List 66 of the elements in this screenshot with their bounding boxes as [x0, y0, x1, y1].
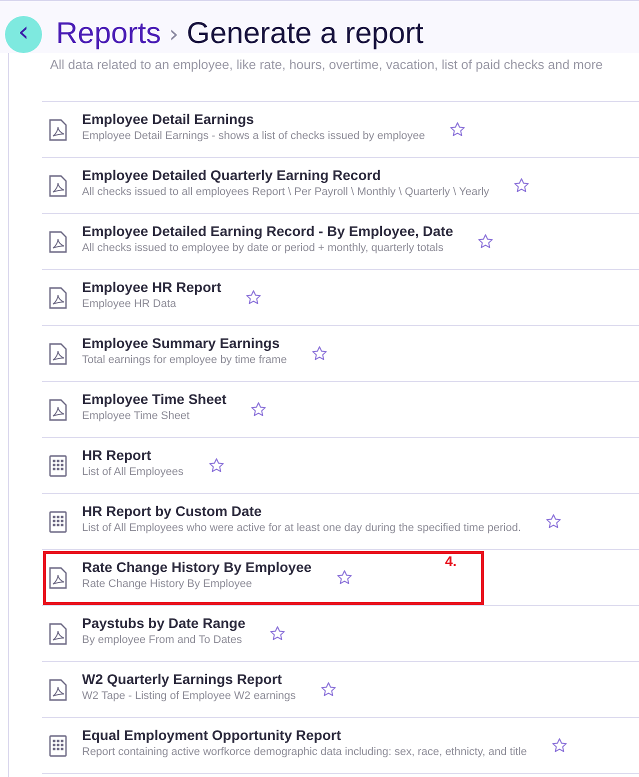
report-title: W2 Quarterly Earnings Report: [82, 671, 283, 687]
report-title: Employee Detailed Quarterly Earning Record: [82, 167, 382, 183]
pdf-file-icon: [49, 342, 67, 364]
star-icon[interactable]: [550, 737, 568, 754]
report-title: Paystubs by Date Range: [82, 615, 246, 631]
report-row[interactable]: Employee Detailed Quarterly Earning Record All checks issued to all employees Report \ Per Payroll \ Monthly \ Quarterly \ Yearly: [42, 158, 639, 214]
report-title: Employee Time Sheet: [82, 391, 226, 407]
pdf-file-icon: [49, 398, 67, 420]
report-title: Equal Employment Opportunity Report: [82, 727, 342, 743]
report-row[interactable]: W2 Quarterly Earnings Report W2 Tape - Listing of Employee W2 earnings: [42, 662, 639, 718]
star-icon[interactable]: [545, 513, 562, 530]
spreadsheet-icon: [49, 454, 67, 476]
report-row[interactable]: Employee HR Report Employee HR Data: [42, 270, 639, 326]
report-row[interactable]: Equal Employment Opportunity Report Report containing active worfkorce demographic data including: sex, race, ethnicty, and title: [42, 718, 639, 774]
report-description: W2 Tape - Listing of Employee W2 earnings: [82, 690, 296, 702]
star-icon[interactable]: [208, 457, 224, 474]
report-title: Rate Change History By Employee: [82, 559, 312, 575]
pdf-file-icon: [49, 230, 67, 252]
pdf-file-icon: [49, 174, 67, 196]
report-description: Rate Change History By Employee: [82, 578, 253, 590]
spreadsheet-icon: [49, 734, 67, 756]
report-description: Employee Detail Earnings - shows a list of checks issued by employee: [82, 130, 425, 142]
report-description: List of All Employees who were active for at least one day during the specified time period.: [82, 522, 522, 534]
report-description: Report containing active worfkorce demographic data including: sex, race, ethnicty, and title: [82, 746, 527, 758]
star-icon[interactable]: [513, 177, 530, 194]
report-row[interactable]: Employee Detailed Earning Record - By Employee, Date All checks issued to employee by date or period + monthly, quarterly totals: [42, 214, 639, 270]
report-row[interactable]: Employee Detail Earnings Employee Detail Earnings - shows a list of checks issued by employee: [42, 102, 639, 158]
annotation-number: 4.: [445, 553, 457, 569]
report-description: All checks issued to all employees Report \ Per Payroll \ Monthly \ Quarterly \ Yearly: [82, 186, 490, 198]
star-icon[interactable]: [269, 625, 286, 642]
report-title: Employee HR Report: [82, 279, 222, 295]
report-description: Employee Time Sheet: [82, 410, 191, 422]
pdf-file-icon: [49, 286, 67, 308]
star-icon[interactable]: [336, 569, 353, 586]
pdf-file-icon: [49, 566, 67, 588]
report-title: HR Report by Custom Date: [82, 503, 263, 519]
report-row[interactable]: HR Report by Custom Date List of All Employees who were active for at least one day during the specified time period.: [42, 494, 639, 550]
breadcrumb-link[interactable]: Reports: [56, 17, 162, 51]
star-icon[interactable]: [449, 121, 466, 138]
report-row[interactable]: Employee Summary Earnings Total earnings for employee by time frame: [42, 326, 639, 382]
pdf-file-icon: [49, 118, 67, 140]
pdf-file-icon: [49, 678, 67, 700]
report-description: All checks issued to employee by date or period + monthly, quarterly totals: [82, 242, 444, 254]
report-title: Employee Summary Earnings: [82, 335, 281, 351]
star-icon[interactable]: [320, 681, 337, 698]
pdf-file-icon: [49, 622, 67, 644]
report-title: Employee Detail Earnings: [82, 111, 255, 127]
spreadsheet-icon: [49, 510, 67, 532]
star-icon[interactable]: [245, 289, 262, 306]
report-row[interactable]: HR Report List of All Employees: [42, 438, 639, 494]
star-icon[interactable]: [477, 233, 494, 250]
report-description: List of All Employees: [82, 466, 184, 478]
report-title: Employee Detailed Earning Record - By Employee, Date: [82, 223, 454, 239]
page-description: All data related to an employee, like rate, hours, overtime, vacation, list of paid checks and more: [50, 57, 604, 73]
breadcrumb-separator: ›: [169, 20, 179, 48]
star-icon[interactable]: [250, 401, 268, 418]
page-title: Generate a report: [186, 17, 424, 51]
report-row[interactable]: Paystubs by Date Range By employee From and To Dates: [42, 606, 639, 662]
report-row[interactable]: Employee Time Sheet Employee Time Sheet: [42, 382, 639, 438]
report-description: Employee HR Data: [82, 298, 178, 310]
report-row[interactable]: Rate Change History By Employee Rate Change History By Employee 4.: [42, 550, 639, 606]
report-description: Total earnings for employee by time frame: [82, 354, 287, 366]
back-button[interactable]: ‹: [5, 16, 42, 52]
report-description: By employee From and To Dates: [82, 634, 243, 646]
report-title: HR Report: [82, 447, 152, 463]
star-icon[interactable]: [310, 345, 328, 362]
